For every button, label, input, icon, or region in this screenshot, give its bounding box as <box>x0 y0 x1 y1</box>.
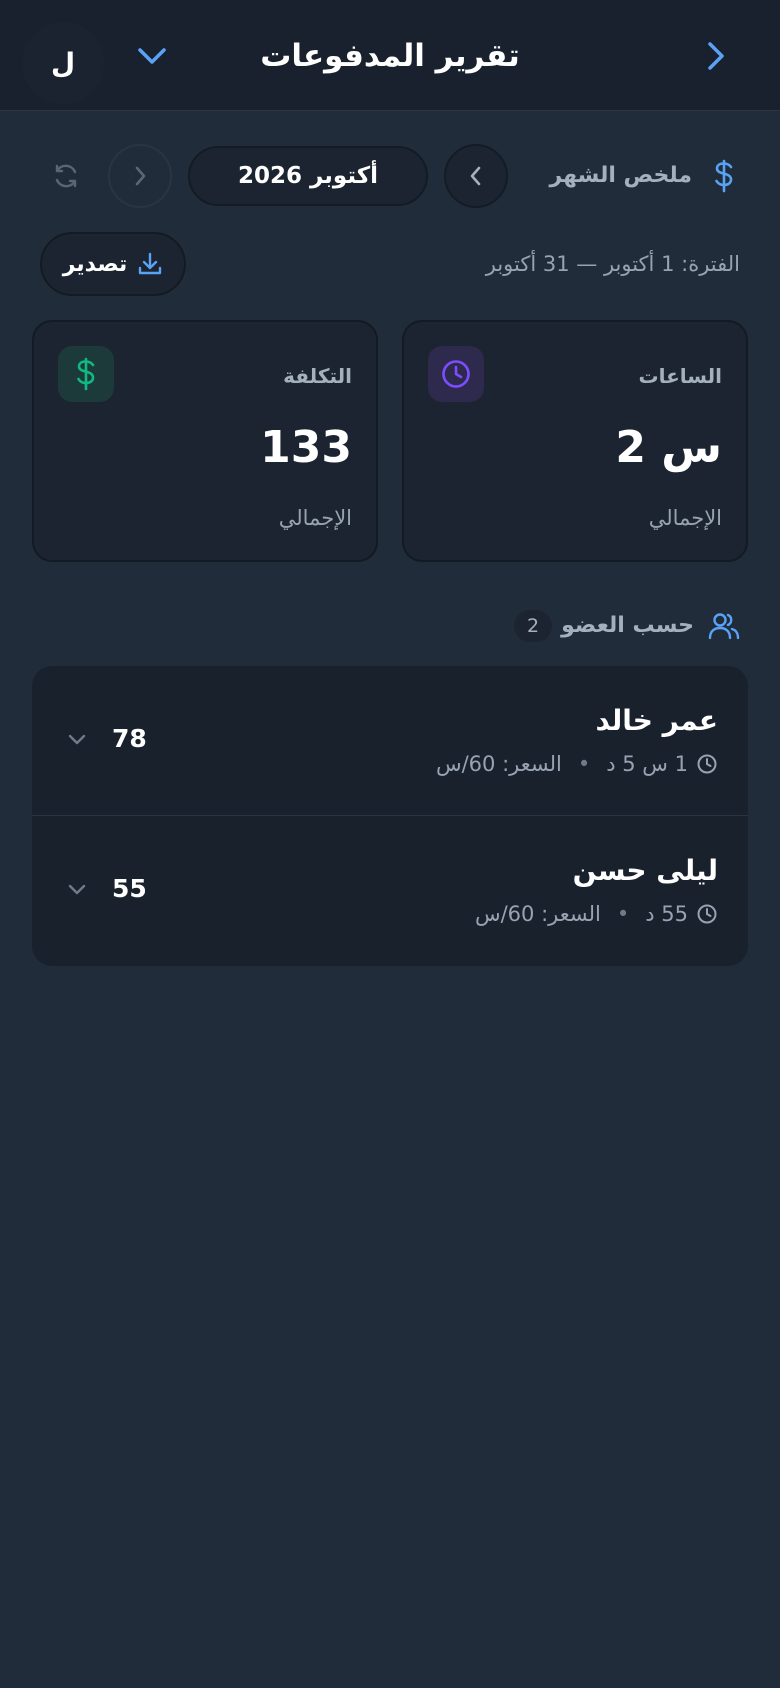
page-title: تقرير المدفوعات <box>260 38 520 74</box>
expand-button[interactable] <box>62 724 92 756</box>
member-name: عمر خالد <box>595 704 718 737</box>
chevron-down-icon <box>68 884 86 895</box>
chevron-right-icon <box>708 42 724 70</box>
clock-icon <box>428 346 484 402</box>
member-rate: السعر: 60/س <box>474 902 601 926</box>
menu-dropdown-button[interactable] <box>134 40 170 72</box>
cost-card: التكلفة 133 الإجمالي <box>32 320 378 562</box>
period-range: الفترة: 1 أكتوبر — 31 أكتوبر <box>485 252 740 276</box>
refresh-icon <box>55 164 77 188</box>
member-amount: 78 <box>112 724 147 753</box>
member-meta: 55 د • السعر: 60/س <box>475 902 718 926</box>
cost-value: 133 <box>260 422 352 473</box>
member-name: ليلى حسن <box>572 854 718 887</box>
chevron-right-icon <box>135 166 146 186</box>
refresh-button[interactable] <box>48 158 84 194</box>
members-list: عمر خالد 1 س 5 د • السعر: 60/س 78 ليلى ح… <box>32 666 748 966</box>
dollar-icon <box>708 158 740 194</box>
expand-button[interactable] <box>62 874 92 906</box>
chevron-down-icon <box>68 734 86 745</box>
month-selector[interactable]: أكتوبر 2026 <box>188 146 428 206</box>
hours-label: الساعات <box>638 364 723 388</box>
chevron-down-icon <box>138 48 166 64</box>
hours-card: الساعات 2 س الإجمالي <box>402 320 748 562</box>
app-header: تقرير المدفوعات ل <box>0 0 780 111</box>
avatar[interactable]: ل <box>22 22 104 104</box>
users-icon <box>706 608 742 644</box>
cost-sub: الإجمالي <box>278 506 352 530</box>
cost-label: التكلفة <box>283 364 352 388</box>
separator-dot: • <box>616 902 630 926</box>
chevron-left-icon <box>470 166 481 186</box>
member-duration: 55 د <box>645 902 688 926</box>
clock-icon <box>697 754 717 774</box>
back-button[interactable] <box>698 34 734 78</box>
clock-icon <box>697 904 717 924</box>
dollar-icon <box>58 346 114 402</box>
member-rate: السعر: 60/س <box>435 752 562 776</box>
next-month-button[interactable] <box>108 144 172 208</box>
member-meta: 1 س 5 د • السعر: 60/س <box>436 752 718 776</box>
export-button[interactable]: تصدير <box>40 232 186 296</box>
hours-value: 2 س <box>615 422 722 473</box>
member-count-badge: 2 <box>514 610 552 642</box>
separator-dot: • <box>577 752 591 776</box>
member-amount: 55 <box>112 874 147 903</box>
member-row[interactable]: عمر خالد 1 س 5 د • السعر: 60/س 78 <box>32 666 748 816</box>
member-duration: 1 س 5 د <box>606 752 688 776</box>
export-label: تصدير <box>62 251 128 277</box>
previous-month-button[interactable] <box>444 144 508 208</box>
by-member-title: حسب العضو <box>561 613 694 638</box>
hours-sub: الإجمالي <box>648 506 722 530</box>
month-summary-label: ملخص الشهر <box>549 163 692 188</box>
member-row[interactable]: ليلى حسن 55 د • السعر: 60/س 55 <box>32 816 748 966</box>
download-icon <box>139 252 162 275</box>
